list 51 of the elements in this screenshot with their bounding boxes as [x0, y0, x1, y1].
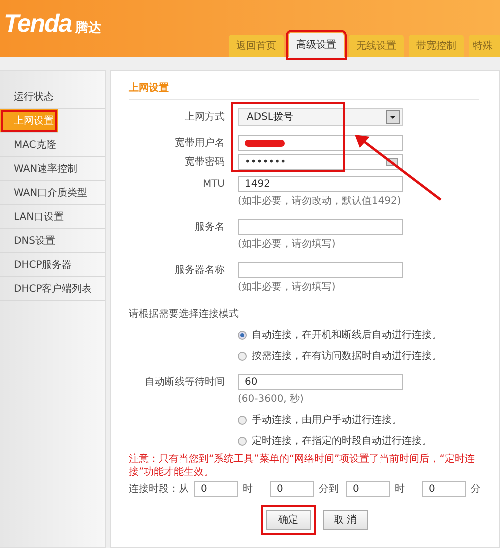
hint-text: (如非必要，请勿填写): [238, 280, 337, 294]
nav-tab[interactable]: 高级设置: [289, 33, 344, 57]
confirm-button[interactable]: 确定: [266, 510, 311, 530]
input-field[interactable]: [238, 262, 403, 278]
input-field[interactable]: 0: [422, 481, 466, 497]
section-title: 上网设置: [129, 81, 479, 100]
logo: Tenda: [4, 10, 72, 39]
field-label: 连接时段：从: [129, 482, 189, 496]
radio-button[interactable]: [238, 416, 247, 424]
unit-label: 时: [243, 482, 254, 496]
input-field[interactable]: 0: [194, 481, 238, 497]
hint-text: (60-3600, 秒): [238, 392, 305, 406]
redaction-mark: [245, 140, 285, 146]
radio-label: 定时连接，在指定的时段自动进行连接。: [252, 434, 432, 448]
field-label: 服务名: [194, 221, 226, 234]
logo-text: 腾达: [76, 20, 102, 37]
unit-label: 时: [395, 482, 406, 496]
input-field[interactable]: [238, 219, 403, 235]
radio-button[interactable]: [238, 436, 247, 446]
input-field[interactable]: •••••••: [238, 154, 403, 170]
hint-text: (如非必要，请勿改动，默认值1492): [238, 194, 402, 208]
input-field[interactable]: 0: [346, 481, 390, 497]
sidebar-item[interactable]: MAC克隆: [0, 133, 105, 157]
sidebar-item[interactable]: LAN口设置: [0, 205, 105, 229]
field-label: 上网方式: [184, 110, 226, 124]
dropdown[interactable]: ADSL拨号: [238, 108, 403, 126]
radio-button[interactable]: [238, 330, 247, 340]
sidebar-item[interactable]: DNS设置: [0, 229, 105, 253]
warning-note: 注意：只有当您到“系统工具”菜单的“网络时间”项设置了当前时间后，“定时连接”功能才能生效。: [129, 453, 476, 479]
input-field[interactable]: 0: [270, 481, 314, 497]
radio-button[interactable]: [238, 352, 247, 360]
radio-label: 手动连接，由用户手动进行连接。: [252, 414, 402, 427]
field-label: MTU: [202, 178, 226, 190]
field-label: 自动断线等待时间: [144, 376, 226, 389]
sidebar-item[interactable]: DHCP客户端列表: [0, 277, 105, 301]
unit-label: 分到: [319, 483, 340, 496]
radio-label: 按需连接，在有访问数据时自动进行连接。: [252, 350, 442, 363]
field-label: 服务器名称: [174, 264, 226, 277]
hint-text: (如非必要，请勿填写): [238, 238, 337, 251]
input-field[interactable]: 1492: [238, 176, 403, 192]
sidebar-item[interactable]: DHCP服务器: [0, 253, 105, 277]
input-field[interactable]: 60: [238, 374, 403, 390]
sidebar-item[interactable]: WAN速率控制: [0, 157, 105, 181]
radio-label: 自动连接，在开机和断线后自动进行连接。: [252, 328, 442, 342]
field-label: 宽带密码: [184, 156, 226, 169]
field-label: 宽带用户名: [174, 136, 226, 150]
sidebar-item[interactable]: WAN口介质类型: [0, 181, 105, 205]
section-label: 请根据需要选择连接模式: [129, 308, 240, 321]
unit-label: 分: [471, 483, 482, 496]
cancel-button[interactable]: 取 消: [323, 510, 368, 530]
input-field[interactable]: [238, 135, 403, 151]
